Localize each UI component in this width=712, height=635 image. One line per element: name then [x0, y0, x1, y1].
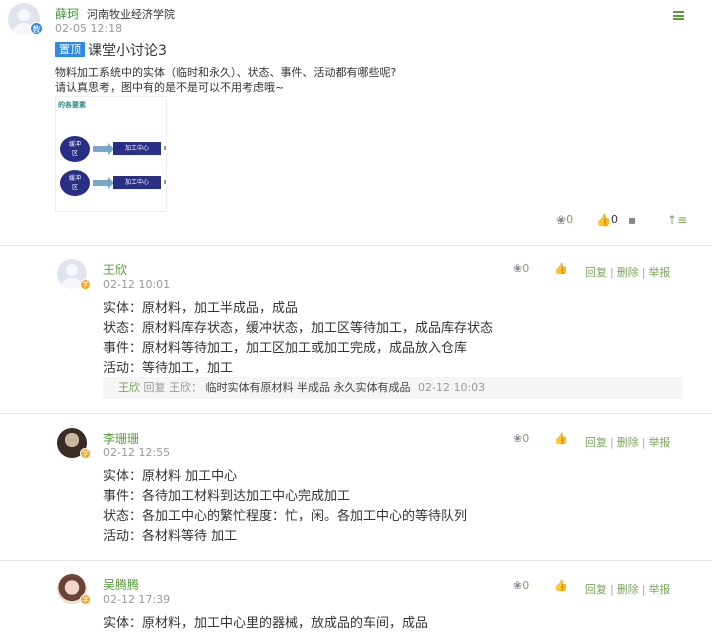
delete-link[interactable]: 删除: [617, 436, 639, 449]
author-school: 河南牧业经济学院: [87, 8, 175, 21]
thumbs-up-icon: 👍: [554, 432, 568, 445]
thumbs-up-button[interactable]: 👍: [554, 432, 568, 445]
menu-icon[interactable]: [673, 11, 684, 20]
report-link[interactable]: 举报: [648, 436, 670, 449]
flow-arrow: [93, 143, 114, 155]
sort-button[interactable]: ↑≡: [667, 213, 687, 227]
sub-reply-time: 02-12 10:03: [418, 381, 486, 394]
post-image[interactable]: 的各要素 缓冲区 加工中心 缓冲区 加工中心: [55, 96, 167, 212]
reply-line: 活动：各材料等待 加工: [103, 529, 238, 544]
reply-author[interactable]: 王欣: [103, 261, 127, 278]
flower-button[interactable]: ❀0: [513, 579, 529, 592]
reply-link[interactable]: 回复: [585, 436, 607, 449]
flower-button[interactable]: ❀0: [556, 213, 573, 227]
teacher-badge: 教: [30, 22, 43, 35]
reply-time: 02-12 17:39: [103, 593, 171, 606]
reply-line: 事件：原材料等待加工，加工区加工或加工完成，成品放入仓库: [103, 341, 468, 356]
comment-icon: ▪: [628, 213, 637, 227]
buffer-node: 缓冲区: [60, 170, 90, 196]
reply-author[interactable]: 吴腾腾: [103, 576, 139, 593]
process-node: 加工中心: [113, 176, 161, 189]
flower-icon: ❀: [513, 432, 523, 445]
reply-ops: 回复 | 删除 | 举报: [585, 583, 671, 596]
reply-line: 实体：原材料，加工中心里的器械，放成品的车间，成品: [103, 616, 429, 631]
thumbs-up-icon: 👍: [554, 262, 568, 275]
sub-reply-author[interactable]: 王欣: [118, 381, 140, 394]
process-node: 加工中心: [113, 142, 161, 155]
sub-reply-text: 临时实体有原材料 半成品 永久实体有成品: [205, 381, 411, 394]
delete-link[interactable]: 删除: [617, 583, 639, 596]
reply-link[interactable]: 回复: [585, 266, 607, 279]
report-link[interactable]: 举报: [648, 266, 670, 279]
reply-line: 状态：各加工中心的繁忙程度：忙，闲。各加工中心的等待队列: [103, 509, 468, 524]
post-body-line: 请认真思考，图中有的是不是可以不用考虑哦~: [55, 81, 285, 94]
report-link[interactable]: 举报: [648, 583, 670, 596]
thumbs-up-icon: 👍: [596, 213, 611, 227]
reply-line: 状态：原材料库存状态，缓冲状态，加工区等待加工，成品库存状态: [103, 321, 494, 336]
reply-item: 学 王欣 02-12 10:01 ❀0 👍 回复 | 删除 | 举报 实体：原材料，加工…: [0, 246, 712, 414]
flower-icon: ❀: [513, 262, 523, 275]
flower-icon: ❀: [556, 213, 567, 227]
reply-item: 学 吴腾腾 02-12 17:39 ❀0 👍 回复 | 删除 | 举报 实体：原材料，加…: [0, 561, 712, 635]
student-badge: 学: [80, 594, 91, 605]
flower-button[interactable]: ❀0: [513, 432, 529, 445]
thumbs-up-icon: 👍: [554, 579, 568, 592]
image-heading: 的各要素: [58, 101, 86, 109]
reply-line: 实体：原材料 加工中心: [103, 469, 238, 484]
sort-icon: ↑≡: [667, 213, 688, 227]
main-post: 教 薛珂 河南牧业经济学院 02-05 12:18 置顶 课堂小讨论3 物料加工…: [0, 0, 712, 246]
reply-line: 事件：各待加工材料到达加工中心完成加工: [103, 489, 351, 504]
reply-link[interactable]: 回复: [585, 583, 607, 596]
reply-time: 02-12 12:55: [103, 446, 171, 459]
reply-time: 02-12 10:01: [103, 278, 171, 291]
reply-ops: 回复 | 删除 | 举报: [585, 266, 671, 279]
reply-line: 活动：等待加工，加工: [103, 361, 234, 376]
post-time: 02-05 12:18: [55, 22, 123, 35]
flower-button[interactable]: ❀0: [513, 262, 529, 275]
delete-link[interactable]: 删除: [617, 266, 639, 279]
flower-icon: ❀: [513, 579, 523, 592]
student-badge: 学: [80, 448, 91, 459]
thumbs-up-button[interactable]: 👍0: [596, 213, 618, 227]
buffer-node: 缓冲区: [60, 136, 90, 162]
reply-ops: 回复 | 删除 | 举报: [585, 436, 671, 449]
sub-reply: 王欣 回复 王欣： 临时实体有原材料 半成品 永久实体有成品 02-12 10:…: [103, 377, 683, 399]
student-badge: 学: [80, 279, 91, 290]
author-name[interactable]: 薛珂: [55, 5, 79, 22]
post-body-line: 物料加工系统中的实体（临时和永久）、状态、事件、活动都有哪些呢?: [55, 66, 397, 79]
comment-button[interactable]: ▪: [628, 213, 636, 227]
flow-arrow: [93, 177, 114, 189]
reply-author[interactable]: 李珊珊: [103, 430, 139, 447]
thumbs-up-button[interactable]: 👍: [554, 262, 568, 275]
reply-item: 学 李珊珊 02-12 12:55 ❀0 👍 回复 | 删除 | 举报 实体：原材料 加…: [0, 414, 712, 561]
sub-reply-target: 回复 王欣：: [143, 381, 203, 394]
reply-line: 实体：原材料，加工半成品，成品: [103, 301, 299, 316]
thumbs-up-button[interactable]: 👍: [554, 579, 568, 592]
pin-tag: 置顶: [55, 42, 85, 57]
post-title: 课堂小讨论3: [88, 43, 167, 59]
